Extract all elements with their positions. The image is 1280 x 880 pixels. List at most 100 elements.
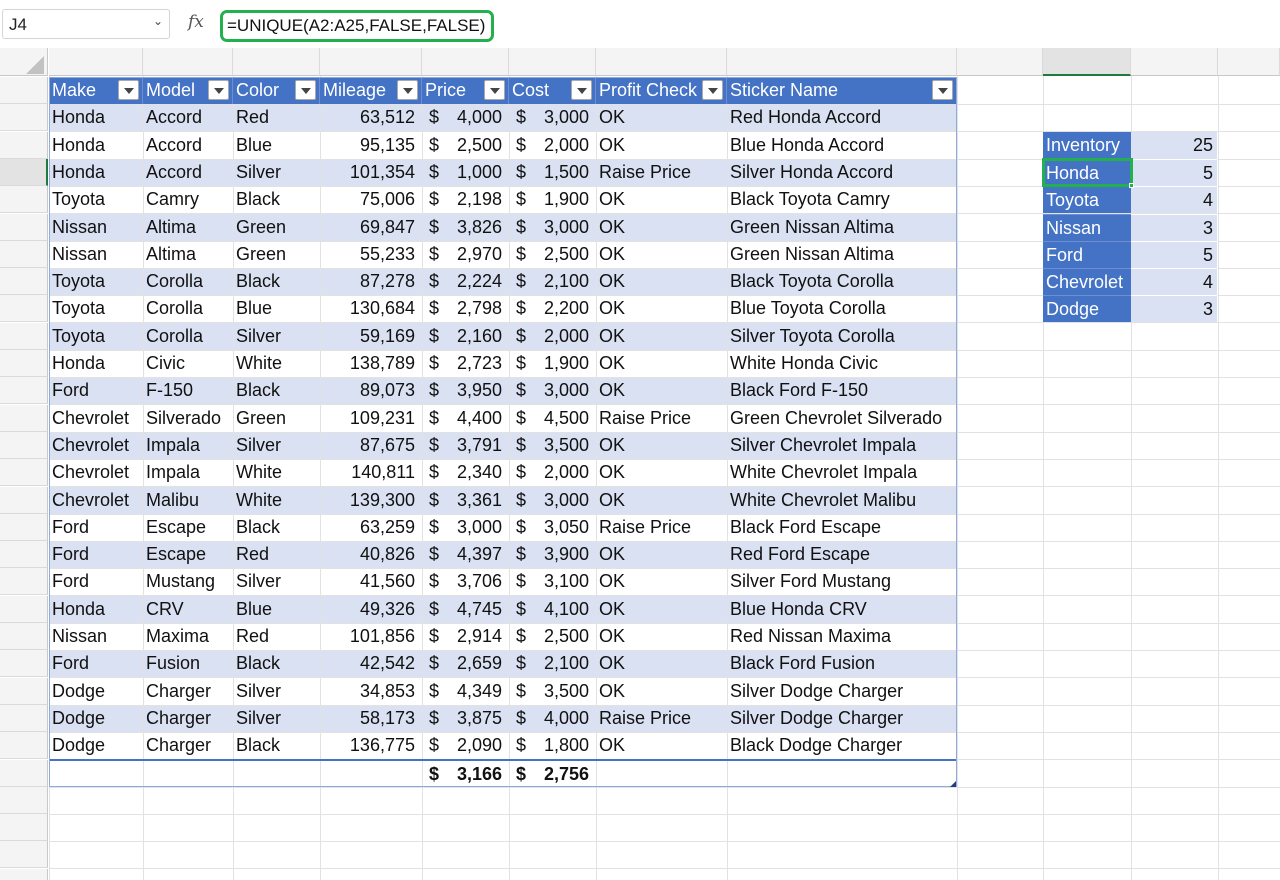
row-header-13[interactable] (0, 404, 48, 432)
cell-color[interactable]: Silver (233, 568, 320, 595)
cell-color[interactable]: Red (233, 541, 320, 568)
cell-color[interactable]: Black (233, 377, 320, 404)
cell-sticker-name[interactable]: Silver Dodge Charger (727, 705, 957, 732)
row-header-14[interactable] (0, 431, 48, 459)
cell-make[interactable]: Toyota (49, 186, 143, 213)
table-header-model[interactable]: Model (143, 77, 233, 104)
cell-profit-check[interactable]: OK (596, 323, 727, 350)
cell-make[interactable]: Ford (49, 568, 143, 595)
cell-cost[interactable]: 4,100 (529, 596, 596, 623)
cell-model[interactable]: Accord (143, 104, 233, 131)
cell-model[interactable]: CRV (143, 596, 233, 623)
cell-make[interactable]: Ford (49, 541, 143, 568)
cell-sticker-name[interactable]: Black Toyota Corolla (727, 268, 957, 295)
cell-sticker-name[interactable]: Silver Dodge Charger (727, 678, 957, 705)
cell-profit-check[interactable]: OK (596, 214, 727, 241)
cell-mileage[interactable]: 75,006 (320, 186, 422, 213)
cell-cost[interactable]: 2,100 (529, 650, 596, 677)
cell-mileage[interactable]: 138,789 (320, 350, 422, 377)
summary-make-label[interactable]: Ford (1043, 240, 1131, 268)
cell-profit-check[interactable]: OK (596, 623, 727, 650)
column-header-j[interactable] (1043, 48, 1131, 76)
cell-price[interactable]: 2,224 (442, 268, 509, 295)
cell-color[interactable]: Black (233, 514, 320, 541)
cell-profit-check[interactable]: OK (596, 459, 727, 486)
cell-model[interactable]: Escape (143, 541, 233, 568)
cell-model[interactable]: Charger (143, 705, 233, 732)
cell-color[interactable]: Blue (233, 295, 320, 322)
cell-make[interactable]: Honda (49, 132, 143, 159)
filter-dropdown-icon[interactable] (932, 80, 953, 100)
cell-make[interactable]: Ford (49, 377, 143, 404)
cell-profit-check[interactable]: OK (596, 678, 727, 705)
cell-profit-check[interactable]: OK (596, 650, 727, 677)
cell-profit-check[interactable]: Raise Price (596, 159, 727, 186)
row-header-5[interactable] (0, 186, 48, 214)
cell-mileage[interactable]: 101,354 (320, 159, 422, 186)
column-header-c[interactable] (233, 48, 320, 76)
cell-mileage[interactable]: 42,542 (320, 650, 422, 677)
row-header-21[interactable] (0, 623, 48, 650)
summary-header-value[interactable]: 25 (1131, 131, 1217, 159)
cell-model[interactable]: Corolla (143, 268, 233, 295)
row-header-8[interactable] (0, 268, 48, 296)
cell-make[interactable]: Honda (49, 350, 143, 377)
cell-color[interactable]: Green (233, 214, 320, 241)
summary-make-count[interactable]: 4 (1131, 268, 1217, 296)
cell-color[interactable]: Red (233, 623, 320, 650)
summary-make-count[interactable]: 3 (1131, 213, 1217, 241)
cell-color[interactable]: White (233, 459, 320, 486)
cell-price[interactable]: 3,706 (442, 568, 509, 595)
column-header-e[interactable] (422, 48, 509, 76)
cell-price[interactable]: 2,340 (442, 459, 509, 486)
cell-sticker-name[interactable]: Black Ford F-150 (727, 377, 957, 404)
cell-mileage[interactable]: 59,169 (320, 323, 422, 350)
cell-sticker-name[interactable]: Black Dodge Charger (727, 732, 957, 759)
cell-sticker-name[interactable]: Silver Honda Accord (727, 159, 957, 186)
cell-mileage[interactable]: 69,847 (320, 214, 422, 241)
cell-model[interactable]: Camry (143, 186, 233, 213)
cell-make[interactable]: Chevrolet (49, 459, 143, 486)
cell-cost[interactable]: 4,500 (529, 405, 596, 432)
cell-sticker-name[interactable]: White Chevrolet Impala (727, 459, 957, 486)
cell-color[interactable]: Blue (233, 596, 320, 623)
cell-profit-check[interactable]: Raise Price (596, 705, 727, 732)
cell-mileage[interactable]: 55,233 (320, 241, 422, 268)
cell-cost[interactable]: 3,000 (529, 214, 596, 241)
cell-cost[interactable]: 2,200 (529, 295, 596, 322)
cell-sticker-name[interactable]: Blue Honda CRV (727, 596, 957, 623)
cell-mileage[interactable]: 40,826 (320, 541, 422, 568)
cell-sticker-name[interactable]: Green Nissan Altima (727, 214, 957, 241)
cell-cost[interactable]: 4,000 (529, 705, 596, 732)
cell-price[interactable]: 3,826 (442, 214, 509, 241)
cell-color[interactable]: White (233, 350, 320, 377)
summary-make-label[interactable]: Dodge (1043, 295, 1131, 323)
cell-color[interactable]: Silver (233, 159, 320, 186)
row-header-29[interactable] (0, 868, 48, 880)
cell-price[interactable]: 2,090 (442, 732, 509, 759)
cell-mileage[interactable]: 87,278 (320, 268, 422, 295)
cell-price[interactable]: 4,000 (442, 104, 509, 131)
cell-color[interactable]: Silver (233, 705, 320, 732)
cell-model[interactable]: Corolla (143, 295, 233, 322)
cell-mileage[interactable]: 58,173 (320, 705, 422, 732)
table-header-cost[interactable]: Cost (509, 77, 596, 104)
cell-price[interactable]: 3,950 (442, 377, 509, 404)
summary-header-label[interactable]: Inventory (1043, 131, 1131, 159)
cell-cost[interactable]: 1,900 (529, 186, 596, 213)
cell-sticker-name[interactable]: Green Nissan Altima (727, 241, 957, 268)
cell-profit-check[interactable]: OK (596, 350, 727, 377)
cell-mileage[interactable]: 101,856 (320, 623, 422, 650)
cell-model[interactable]: Altima (143, 214, 233, 241)
filter-dropdown-icon[interactable] (702, 80, 723, 100)
cell-price[interactable]: 2,160 (442, 323, 509, 350)
cell-profit-check[interactable]: OK (596, 104, 727, 131)
cell-mileage[interactable]: 95,135 (320, 132, 422, 159)
cell-model[interactable]: Altima (143, 241, 233, 268)
cell-color[interactable]: Blue (233, 132, 320, 159)
cell-profit-check[interactable]: OK (596, 487, 727, 514)
cell-mileage[interactable]: 109,231 (320, 405, 422, 432)
cell-cost[interactable]: 1,500 (529, 159, 596, 186)
cell-profit-check[interactable]: OK (596, 132, 727, 159)
summary-make-count[interactable]: 5 (1131, 240, 1217, 268)
